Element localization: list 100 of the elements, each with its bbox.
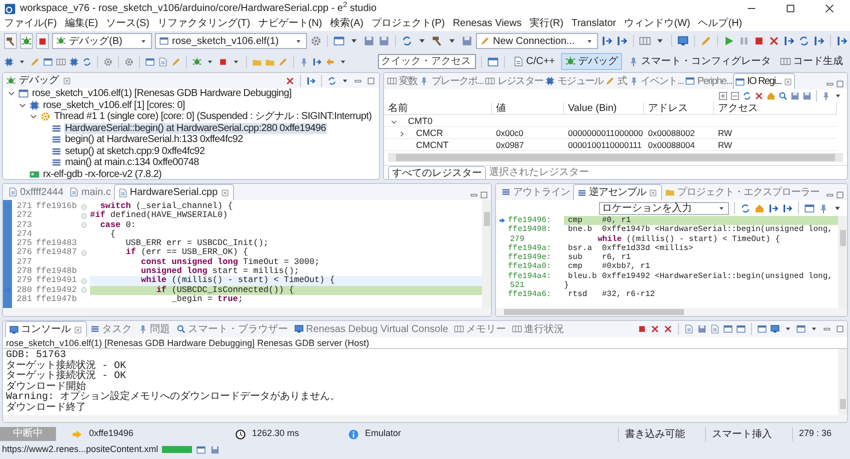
- menu-item[interactable]: ソース(S): [106, 18, 150, 30]
- address-text: ffe194a0:: [508, 262, 552, 272]
- tree-item[interactable]: rose_sketch_v106.elf [1] [cores: 0]: [42, 100, 186, 111]
- tab[interactable]: 問題: [135, 321, 173, 337]
- menu-item[interactable]: ウィンドウ(W): [624, 18, 690, 30]
- tab[interactable]: スマート・ブラウザー: [173, 321, 291, 337]
- console-line: Warning: オプション設定メモリへのダウンロードデータがありません。: [6, 393, 342, 403]
- line-number: 277: [16, 258, 32, 267]
- operand-text: #0xbb7, r1: [602, 262, 650, 272]
- code-line: if (err == USB_ERR_OK) {: [124, 248, 250, 258]
- address-text: ffe19492: [35, 286, 78, 295]
- tab[interactable]: 変数: [386, 73, 418, 89]
- line-number: 279: [16, 276, 32, 286]
- table-cell-text: RW: [717, 127, 734, 140]
- tab[interactable]: イベント...: [628, 73, 684, 89]
- tab[interactable]: 式: [604, 73, 628, 89]
- table-cell-text: 0x00088004: [647, 139, 696, 152]
- tab[interactable]: 進行状況: [509, 321, 568, 337]
- menu-item[interactable]: プロジェクト(P): [371, 18, 445, 30]
- perspective-button[interactable]: スマート・コンフィグレータ: [625, 53, 774, 70]
- tree-item[interactable]: rx-elf-gdb -rx-force-v2 (7.8.2): [42, 168, 163, 179]
- column-header[interactable]: 値: [492, 102, 564, 115]
- launch-mode-dropdown[interactable]: デバッグ(B): [52, 33, 152, 49]
- tab[interactable]: 選択されたレジスター: [486, 166, 592, 179]
- pc-text: 0xffe19496: [89, 427, 134, 440]
- tab[interactable]: 0xffff2444: [5, 184, 66, 200]
- quick-access-field[interactable]: クイック・アクセス: [378, 54, 476, 69]
- mnemonic-text: rtsd: [567, 290, 588, 300]
- address-text: ffe19491: [35, 276, 78, 286]
- tree-item[interactable]: Thread #1 1 (single core) [core: 0] (Suspended : シグナル : SIGINT:Interrupt): [53, 111, 373, 122]
- tab[interactable]: IO Regi...: [733, 73, 796, 89]
- source-line: }: [564, 281, 569, 290]
- tab[interactable]: タスク: [87, 321, 135, 337]
- line-number: 274: [16, 230, 32, 239]
- menu-item[interactable]: Renesas Views: [452, 18, 522, 30]
- tab[interactable]: アウトライン: [498, 184, 573, 200]
- address-text: ffe19483: [35, 239, 78, 248]
- tree-item[interactable]: rose_sketch_v106.elf(1) [Renesas GDB Hardware Debugging]: [31, 88, 292, 100]
- menu-item[interactable]: ナビゲート(N): [258, 18, 322, 30]
- line-number: 276: [16, 248, 32, 258]
- table-cell-text: 0000000011000000: [567, 127, 644, 140]
- tab[interactable]: 逆アセンブル: [573, 184, 662, 200]
- address-text: ffe19498:: [508, 225, 552, 235]
- operand-text: 0xffe1947b <HardwareSerial::begin(unsigned long,: [602, 225, 832, 235]
- state-indicator: 中断中: [0, 427, 56, 441]
- menu-item[interactable]: Translator: [571, 18, 616, 30]
- tree-item[interactable]: setup() at sketch.cpp:9 0xffe4fc92: [64, 146, 206, 157]
- mnemonic-text: bleu.b: [568, 272, 598, 282]
- menu-item[interactable]: 編集(E): [64, 18, 98, 30]
- progress-url: https://www2.renes...positeContent.xml: [2, 442, 158, 456]
- perspective-button[interactable]: デバッグ: [561, 53, 622, 70]
- table-cell-text: 0x00c0: [495, 127, 524, 140]
- tab[interactable]: すべてのレジスター: [388, 166, 486, 179]
- menu-item[interactable]: 実行(R): [530, 18, 564, 30]
- line-number: 273: [16, 220, 32, 230]
- tab[interactable]: プロジェクト・エクスプローラー: [662, 184, 822, 200]
- menu-item[interactable]: リファクタリング(T): [157, 18, 250, 30]
- location-field[interactable]: ロケーションを入力: [599, 202, 729, 214]
- tab[interactable]: Renesas Debug Virtual Console: [291, 321, 452, 337]
- tab[interactable]: Periphe...: [684, 73, 734, 89]
- tree-item[interactable]: main() at main.c:134 0xffe00748: [64, 157, 200, 168]
- table-cell-text: 0x0987: [495, 139, 525, 152]
- register-name: CMT0: [408, 115, 432, 128]
- tab[interactable]: レジスター: [484, 73, 544, 89]
- menu-item[interactable]: 検索(A): [330, 18, 364, 30]
- tab[interactable]: コンソール: [5, 321, 87, 337]
- line-number: 279: [509, 234, 526, 244]
- line-number: 271: [16, 202, 32, 211]
- tree-item[interactable]: begin() at HardwareSerial.h:133 0xffe4fc92: [64, 134, 244, 146]
- menu-item[interactable]: ファイル(F): [4, 18, 57, 30]
- tab[interactable]: メモリー: [451, 321, 510, 337]
- mnemonic-text: cmp: [567, 262, 584, 272]
- tab[interactable]: HardwareSerial.cpp: [114, 184, 234, 200]
- menu-item[interactable]: ヘルプ(H): [698, 18, 742, 30]
- column-header[interactable]: アクセス: [714, 102, 837, 115]
- address-text: ffe1949a:: [508, 244, 552, 253]
- code-line: USB_ERR err = USBCDC_Init();: [124, 239, 270, 248]
- address-text: ffe19496:: [508, 216, 552, 225]
- perspective-button[interactable]: コード生成: [777, 53, 846, 70]
- elapsed-time: 1262.30 ms: [252, 427, 300, 440]
- mnemonic-text: bne.b: [567, 225, 594, 235]
- tab[interactable]: ブレークポ...: [418, 73, 484, 89]
- tab[interactable]: main.c: [66, 184, 114, 200]
- column-header[interactable]: アドレス: [644, 102, 714, 115]
- column-header[interactable]: Value (Bin): [564, 102, 644, 115]
- target-text: Emulator: [365, 427, 402, 440]
- source-line: while ((millis() - start) < TimeOut) {: [596, 234, 780, 244]
- column-header[interactable]: 名前: [384, 102, 492, 115]
- table-cell-text: 0x00088002: [647, 127, 696, 140]
- launch-config-dropdown[interactable]: rose_sketch_v106.elf(1): [155, 33, 307, 49]
- tree-item[interactable]: HardwareSerial::begin() at HardwareSerial.cpp:280 0xffe19496: [64, 122, 327, 134]
- address-text: ffe194a4:: [508, 272, 552, 282]
- status-field: 279 : 36: [792, 427, 850, 441]
- connection-dropdown[interactable]: New Connection...: [476, 33, 598, 49]
- tab[interactable]: モジュール: [544, 73, 604, 89]
- line-number: 275: [16, 239, 32, 248]
- mnemonic-text: sub: [567, 253, 584, 262]
- code-line: _begin = true;: [170, 294, 244, 304]
- perspective-button[interactable]: C/C++: [510, 53, 558, 70]
- address-text: ffe1947b: [35, 294, 78, 304]
